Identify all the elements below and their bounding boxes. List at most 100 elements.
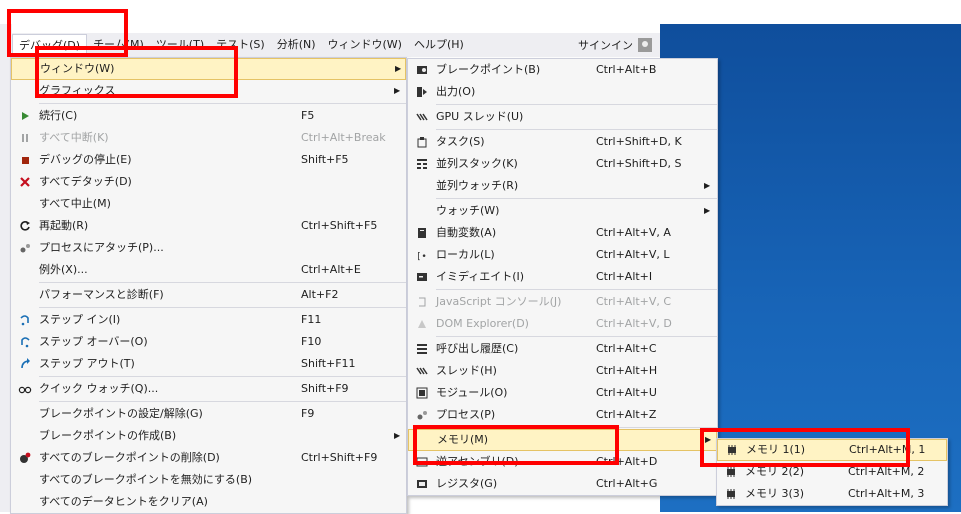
menu-item-label: イミディエイト(I) — [436, 270, 525, 283]
menu-item-label: 続行(C) — [39, 109, 78, 122]
menu-item-shortcut: Ctrl+Alt+V, A — [596, 226, 671, 239]
delete-breakpoints-icon — [11, 452, 39, 464]
debug-menu-item-3[interactable]: 続行(C) F5 — [11, 105, 406, 127]
pause-icon — [11, 133, 39, 143]
memory-submenu-item-2[interactable]: メモリ 3(3) Ctrl+Alt+M, 3 — [717, 483, 947, 505]
debug-menu-item-14[interactable]: ステップ イン(I) F11 — [11, 309, 406, 331]
menu-item-label: ステップ オーバー(O) — [39, 335, 148, 348]
menu-item-label: レジスタ(G) — [436, 477, 498, 490]
menu-item-shortcut: Ctrl+Shift+F9 — [301, 451, 378, 464]
menu-separator — [39, 282, 406, 283]
debug-menu-item-6[interactable]: すべてデタッチ(D) — [11, 171, 406, 193]
menu-item-label: ステップ イン(I) — [39, 313, 121, 326]
menu-item-shortcut: F5 — [301, 109, 315, 122]
play-icon — [11, 111, 39, 121]
submenu-arrow-icon: ▶ — [704, 181, 711, 190]
debug-menu-item-22[interactable]: すべてのブレークポイントの削除(D) Ctrl+Shift+F9 — [11, 447, 406, 469]
menu-separator — [436, 198, 717, 199]
menu-analyze[interactable]: 分析(N) — [271, 34, 322, 56]
registers-icon — [408, 478, 436, 490]
windows-submenu-item-20[interactable]: プロセス(P) Ctrl+Alt+Z — [408, 404, 717, 426]
windows-submenu-item-7[interactable]: 並列ウォッチ(R) ▶ — [408, 175, 717, 197]
debug-menu-item-21[interactable]: ブレークポイントの作成(B) ▶ — [11, 425, 406, 447]
windows-submenu-item-6[interactable]: 並列スタック(K) Ctrl+Shift+D, S — [408, 153, 717, 175]
windows-submenu-item-17[interactable]: 呼び出し履歴(C) Ctrl+Alt+C — [408, 338, 717, 360]
debug-menu-item-10[interactable]: 例外(X)... Ctrl+Alt+E — [11, 259, 406, 281]
debug-menu-item-5[interactable]: デバッグの停止(E) Shift+F5 — [11, 149, 406, 171]
signin-area[interactable]: サインイン — [578, 37, 660, 53]
windows-submenu-item-19[interactable]: モジュール(O) Ctrl+Alt+U — [408, 382, 717, 404]
menu-item-shortcut: Ctrl+Alt+U — [596, 386, 657, 399]
menu-item-label: 並列ウォッチ(R) — [436, 179, 519, 192]
windows-submenu-item-18[interactable]: スレッド(H) Ctrl+Alt+H — [408, 360, 717, 382]
glasses-icon — [11, 384, 39, 394]
menu-item-shortcut: Ctrl+Alt+G — [596, 477, 658, 490]
menu-item-shortcut: Ctrl+Alt+Z — [596, 408, 657, 421]
menu-separator — [436, 104, 717, 105]
menu-item-shortcut: Ctrl+Alt+E — [301, 263, 361, 276]
menu-item-shortcut: Ctrl+Shift+F5 — [301, 219, 378, 232]
windows-submenu-item-1[interactable]: 出力(O) — [408, 81, 717, 103]
threads-icon — [408, 365, 436, 377]
debug-menu-item-7[interactable]: すべて中止(M) — [11, 193, 406, 215]
locals-icon: [•] — [408, 249, 436, 261]
debug-menu-item-23[interactable]: すべてのブレークポイントを無効にする(B) — [11, 469, 406, 491]
memory-icon — [717, 488, 745, 500]
debug-menu-item-24[interactable]: すべてのデータヒントをクリア(A) — [11, 491, 406, 513]
windows-submenu-item-12[interactable]: イミディエイト(I) Ctrl+Alt+I — [408, 266, 717, 288]
menu-separator — [436, 289, 717, 290]
menu-item-label: すべてデタッチ(D) — [39, 175, 132, 188]
stop-icon — [11, 155, 39, 165]
windows-submenu-item-11[interactable]: [•] ローカル(L) Ctrl+Alt+V, L — [408, 244, 717, 266]
attach-process-icon — [11, 242, 39, 254]
menu-window[interactable]: ウィンドウ(W) — [322, 34, 408, 56]
menu-item-shortcut: Ctrl+Alt+V, C — [596, 295, 672, 308]
debug-menu-item-15[interactable]: ステップ オーバー(O) F10 — [11, 331, 406, 353]
windows-submenu-item-24[interactable]: レジスタ(G) Ctrl+Alt+G — [408, 473, 717, 495]
submenu-arrow-icon: ▶ — [395, 64, 402, 73]
menu-item-shortcut: Alt+F2 — [301, 288, 339, 301]
menu-item-label: スレッド(H) — [436, 364, 497, 377]
menu-item-label: すべて中止(M) — [39, 197, 111, 210]
windows-submenu-item-9[interactable]: ウォッチ(W) ▶ — [408, 200, 717, 222]
menu-item-shortcut: Ctrl+Shift+D, S — [596, 157, 682, 170]
menu-help[interactable]: ヘルプ(H) — [408, 34, 470, 56]
debug-menu-item-8[interactable]: 再起動(R) Ctrl+Shift+F5 — [11, 215, 406, 237]
debug-menu-item-12[interactable]: パフォーマンスと診断(F) Alt+F2 — [11, 284, 406, 306]
menu-item-shortcut: Shift+F11 — [301, 357, 356, 370]
debug-menu-item-20[interactable]: ブレークポイントの設定/解除(G) F9 — [11, 403, 406, 425]
menu-separator — [39, 307, 406, 308]
menu-item-label: 出力(O) — [436, 85, 476, 98]
debug-menu-item-9[interactable]: プロセスにアタッチ(P)... — [11, 237, 406, 259]
autos-icon — [408, 227, 436, 239]
menu-item-shortcut: Ctrl+Alt+C — [596, 342, 657, 355]
debug-menu-item-16[interactable]: ステップ アウト(T) Shift+F11 — [11, 353, 406, 375]
menu-item-shortcut: F9 — [301, 407, 315, 420]
svg-text:[•]: [•] — [416, 252, 428, 261]
windows-submenu-item-0[interactable]: ブレークポイント(B) Ctrl+Alt+B — [408, 59, 717, 81]
account-icon[interactable] — [638, 38, 652, 52]
menu-item-label: JavaScript コンソール(J) — [436, 295, 562, 308]
menu-item-label: プロセス(P) — [436, 408, 496, 421]
menu-item-label: ローカル(L) — [436, 248, 495, 261]
windows-submenu-item-10[interactable]: 自動変数(A) Ctrl+Alt+V, A — [408, 222, 717, 244]
menu-item-shortcut: Ctrl+Alt+H — [596, 364, 658, 377]
debug-menu-item-18[interactable]: クイック ウォッチ(Q)... Shift+F9 — [11, 378, 406, 400]
modules-icon — [408, 387, 436, 399]
menu-item-label: クイック ウォッチ(Q)... — [39, 382, 159, 395]
menu-item-shortcut: Ctrl+Shift+D, K — [596, 135, 682, 148]
submenu-arrow-icon: ▶ — [704, 206, 711, 215]
submenu-arrow-icon: ▶ — [394, 86, 401, 95]
windows-submenu-item-15: DOM Explorer(D) Ctrl+Alt+V, D — [408, 313, 717, 335]
menu-separator — [39, 401, 406, 402]
menu-item-label: ブレークポイント(B) — [436, 63, 541, 76]
signin-label[interactable]: サインイン — [578, 37, 633, 53]
annotation-box-window — [35, 46, 238, 98]
windows-submenu-item-3[interactable]: GPU スレッド(U) — [408, 106, 717, 128]
annotation-box-memory — [413, 425, 619, 465]
submenu-arrow-icon: ▶ — [394, 431, 401, 440]
menu-item-shortcut: Ctrl+Alt+V, L — [596, 248, 670, 261]
windows-submenu-item-5[interactable]: タスク(S) Ctrl+Shift+D, K — [408, 131, 717, 153]
menu-item-label: DOM Explorer(D) — [436, 317, 529, 330]
menu-item-shortcut: Ctrl+Alt+I — [596, 270, 653, 283]
